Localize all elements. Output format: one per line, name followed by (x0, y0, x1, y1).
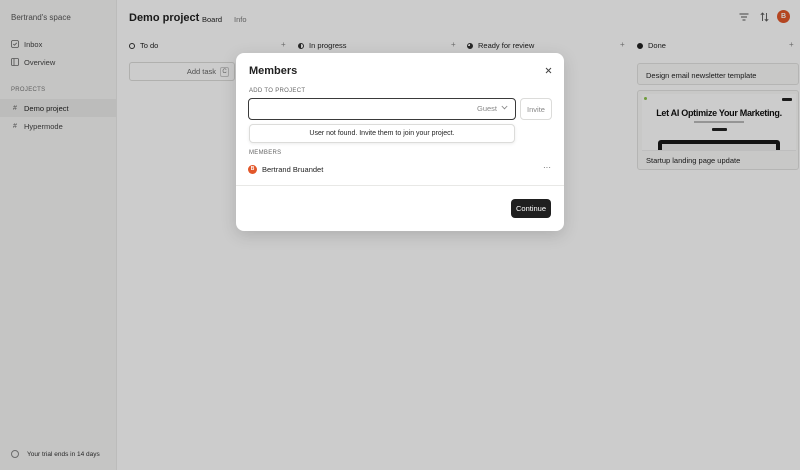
member-row: B Bertrand Bruandet ··· (248, 162, 551, 176)
member-name: Bertrand Bruandet (262, 164, 324, 174)
modal-title: Members (249, 65, 298, 77)
role-select[interactable]: Guest (477, 104, 508, 113)
close-icon[interactable] (545, 66, 552, 76)
chevron-down-icon (501, 105, 508, 112)
add-to-project-label: ADD TO PROJECT (249, 88, 306, 94)
error-tooltip: User not found. Invite them to join your… (249, 124, 515, 143)
invite-button[interactable]: Invite (520, 98, 552, 120)
members-modal: Members ADD TO PROJECT Guest Invite User… (236, 53, 564, 231)
role-select-value: Guest (476, 104, 497, 113)
divider (236, 185, 564, 186)
avatar: B (248, 164, 257, 174)
continue-button[interactable]: Continue (511, 199, 551, 218)
members-label: MEMBERS (249, 150, 282, 156)
more-options-icon[interactable]: ··· (543, 163, 551, 172)
invite-email-input[interactable]: Guest (248, 98, 516, 120)
